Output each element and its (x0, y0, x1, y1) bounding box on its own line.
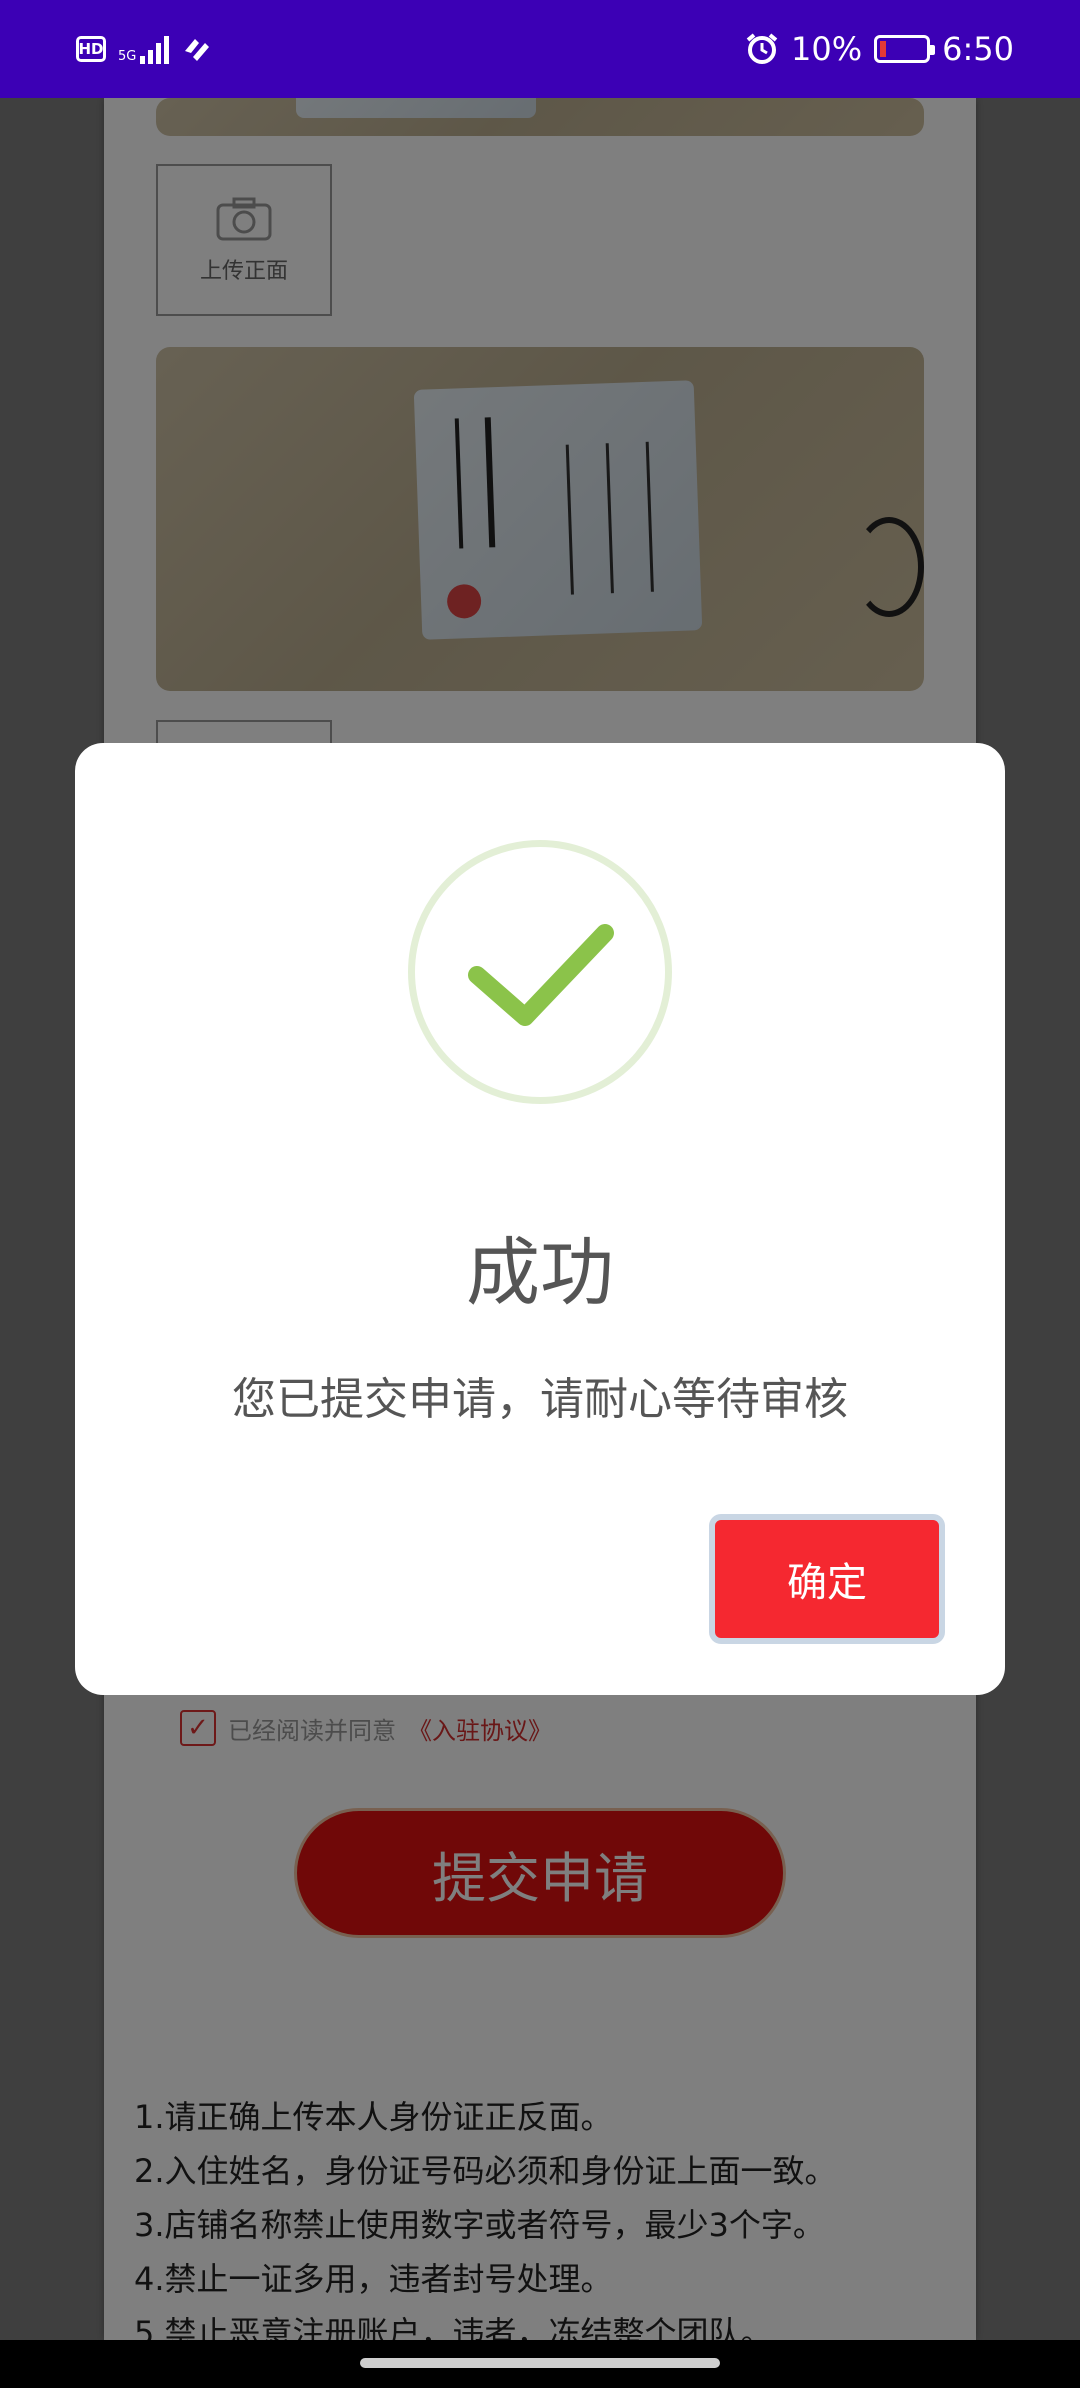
dialog-message: 您已提交申请，请耐心等待审核 (232, 1374, 848, 1425)
dialog-title: 成功 (466, 1230, 614, 1316)
battery-icon (874, 35, 936, 63)
success-dialog: 成功 您已提交申请，请耐心等待审核 确定 (75, 743, 1005, 1695)
signal-icon: 5G (118, 34, 170, 64)
wifi-icon (185, 39, 210, 61)
hd-badge: HD (76, 36, 106, 62)
alarm-icon (746, 33, 778, 64)
confirm-button[interactable]: 确定 (709, 1514, 945, 1644)
navigation-bar (0, 2340, 1080, 2388)
status-bar: HD 5G 10% 6:50 (0, 0, 1080, 98)
home-gesture-handle[interactable] (360, 2358, 720, 2368)
success-check-icon (408, 840, 672, 1104)
battery-percent: 10% (791, 30, 863, 68)
clock: 6:50 (942, 30, 1014, 68)
